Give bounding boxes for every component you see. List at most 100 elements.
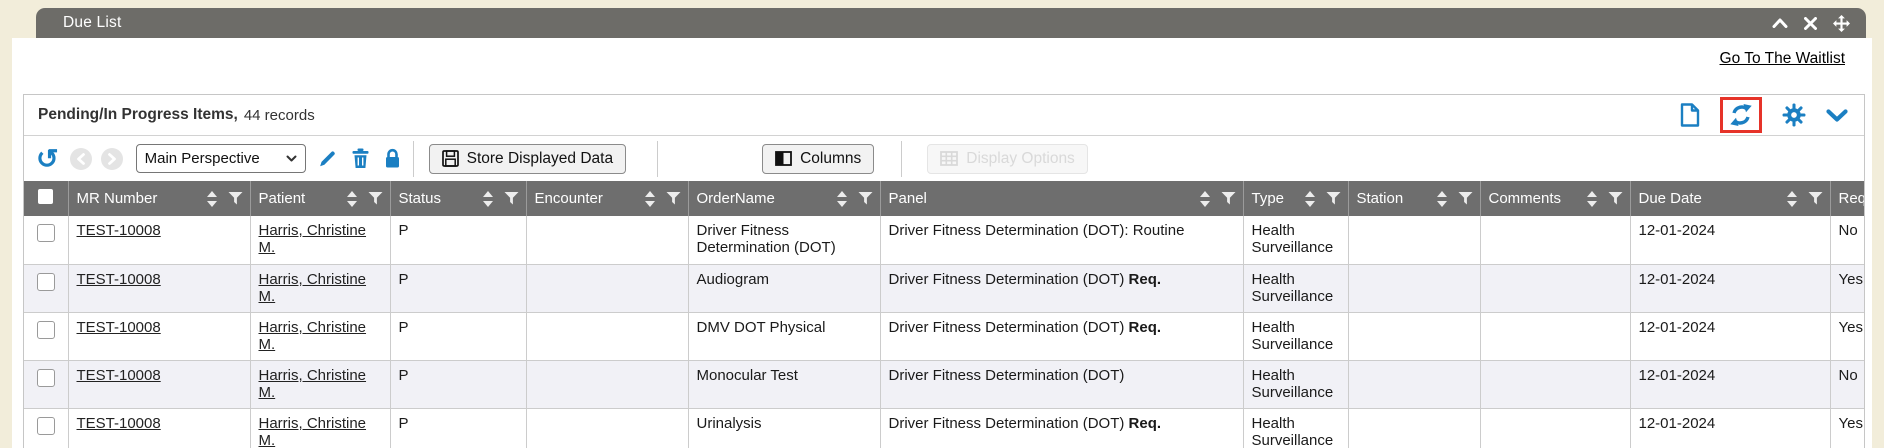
- filter-icon[interactable]: [228, 192, 243, 205]
- column-label: OrderName: [697, 190, 775, 207]
- panel-cell: Driver Fitness Determination (DOT): Rout…: [880, 216, 1243, 264]
- waitlist-row: Go To The Waitlist: [12, 38, 1872, 70]
- type-cell: Health Surveillance: [1243, 264, 1348, 312]
- comments-cell: [1480, 312, 1630, 360]
- mr-number-link-cell: TEST-10008: [68, 312, 250, 360]
- new-document-icon[interactable]: [1680, 103, 1700, 127]
- lock-icon[interactable]: [381, 148, 404, 169]
- column-label: Status: [399, 190, 442, 207]
- column-header-comments[interactable]: Comments: [1480, 181, 1630, 216]
- due-list-table: MR Number Patient Status Encounter OrderName…: [24, 181, 1865, 448]
- mr-number-link[interactable]: TEST-10008: [77, 319, 161, 336]
- column-label: Comments: [1489, 190, 1562, 207]
- settings-gear-icon[interactable]: [1782, 103, 1806, 127]
- sort-icon[interactable]: [645, 191, 655, 207]
- undo-icon[interactable]: ↺: [34, 146, 61, 172]
- encounter-cell: [526, 360, 688, 408]
- column-header-mr-number[interactable]: MR Number: [68, 181, 250, 216]
- status-cell: P: [390, 408, 526, 448]
- status-cell: P: [390, 264, 526, 312]
- filter-icon[interactable]: [858, 192, 873, 205]
- sort-icon[interactable]: [1437, 191, 1447, 207]
- filter-icon[interactable]: [666, 192, 681, 205]
- column-header-type[interactable]: Type: [1243, 181, 1348, 216]
- table-row: TEST-10008Harris, Christine M.PAudiogram…: [24, 264, 1865, 312]
- select-all-checkbox[interactable]: [38, 189, 53, 204]
- column-header-ordername[interactable]: OrderName: [688, 181, 880, 216]
- delete-trash-icon[interactable]: [349, 148, 372, 169]
- edit-pencil-icon[interactable]: [315, 148, 340, 169]
- sort-icon[interactable]: [1200, 191, 1210, 207]
- patient-link[interactable]: Harris, Christine M.: [259, 367, 367, 401]
- patient-link-cell: Harris, Christine M.: [250, 312, 390, 360]
- row-checkbox[interactable]: [37, 273, 55, 291]
- sort-icon[interactable]: [1787, 191, 1797, 207]
- filter-icon[interactable]: [1221, 192, 1236, 205]
- row-checkbox[interactable]: [37, 369, 55, 387]
- sort-icon[interactable]: [347, 191, 357, 207]
- store-displayed-data-button[interactable]: Store Displayed Data: [429, 144, 626, 174]
- sort-icon[interactable]: [207, 191, 217, 207]
- due-date-cell: 12-01-2024: [1630, 216, 1830, 264]
- status-cell: P: [390, 360, 526, 408]
- panel-cell: Driver Fitness Determination (DOT): [880, 360, 1243, 408]
- column-header-due-date[interactable]: Due Date: [1630, 181, 1830, 216]
- table-row: TEST-10008Harris, Christine M.PDMV DOT P…: [24, 312, 1865, 360]
- sort-icon[interactable]: [483, 191, 493, 207]
- chevron-down-icon[interactable]: [1826, 109, 1848, 122]
- encounter-cell: [526, 264, 688, 312]
- patient-link[interactable]: Harris, Christine M.: [259, 319, 367, 353]
- filter-icon[interactable]: [1608, 192, 1623, 205]
- window-titlebar: Due List: [36, 8, 1866, 38]
- mr-number-link[interactable]: TEST-10008: [77, 415, 161, 432]
- column-label: Type: [1252, 190, 1285, 207]
- station-cell: [1348, 264, 1480, 312]
- req-cell: Yes: [1830, 408, 1865, 448]
- row-checkbox[interactable]: [37, 321, 55, 339]
- column-header-patient[interactable]: Patient: [250, 181, 390, 216]
- filter-icon[interactable]: [1808, 192, 1823, 205]
- patient-link[interactable]: Harris, Christine M.: [259, 222, 367, 256]
- row-checkbox[interactable]: [37, 224, 55, 242]
- order-name-cell: Urinalysis: [688, 408, 880, 448]
- move-icon[interactable]: [1833, 15, 1850, 32]
- column-header-req[interactable]: Req: [1830, 181, 1865, 216]
- filter-icon[interactable]: [1326, 192, 1341, 205]
- due-date-cell: 12-01-2024: [1630, 408, 1830, 448]
- window-content: Go To The Waitlist Pending/In Progress I…: [12, 38, 1872, 448]
- toolbar-separator: [413, 141, 414, 177]
- column-header-panel[interactable]: Panel: [880, 181, 1243, 216]
- column-header-encounter[interactable]: Encounter: [526, 181, 688, 216]
- mr-number-link[interactable]: TEST-10008: [77, 367, 161, 384]
- mr-number-link[interactable]: TEST-10008: [77, 271, 161, 288]
- status-cell: P: [390, 312, 526, 360]
- next-perspective-button[interactable]: [101, 148, 123, 170]
- type-cell: Health Surveillance: [1243, 360, 1348, 408]
- sort-icon[interactable]: [1305, 191, 1315, 207]
- sort-icon[interactable]: [837, 191, 847, 207]
- refresh-icon[interactable]: [1728, 103, 1754, 127]
- sort-icon[interactable]: [1587, 191, 1597, 207]
- patient-link[interactable]: Harris, Christine M.: [259, 271, 367, 305]
- patient-link[interactable]: Harris, Christine M.: [259, 415, 367, 448]
- column-label: MR Number: [77, 190, 158, 207]
- mr-number-link[interactable]: TEST-10008: [77, 222, 161, 239]
- window-title: Due List: [36, 14, 121, 32]
- go-to-waitlist-link[interactable]: Go To The Waitlist: [1720, 50, 1845, 67]
- select-chevron-icon: [286, 155, 297, 162]
- panel-header: Pending/In Progress Items, 44 records: [24, 95, 1864, 136]
- filter-icon[interactable]: [1458, 192, 1473, 205]
- column-header-status[interactable]: Status: [390, 181, 526, 216]
- filter-icon[interactable]: [504, 192, 519, 205]
- row-checkbox[interactable]: [37, 417, 55, 435]
- close-icon[interactable]: [1804, 17, 1817, 30]
- previous-perspective-button[interactable]: [70, 148, 92, 170]
- perspective-select[interactable]: Main Perspective: [136, 144, 306, 173]
- collapse-icon[interactable]: [1772, 18, 1788, 28]
- type-cell: Health Surveillance: [1243, 408, 1348, 448]
- columns-button[interactable]: Columns: [762, 144, 874, 174]
- filter-icon[interactable]: [368, 192, 383, 205]
- checkbox-cell: [24, 264, 68, 312]
- due-date-cell: 12-01-2024: [1630, 360, 1830, 408]
- column-header-station[interactable]: Station: [1348, 181, 1480, 216]
